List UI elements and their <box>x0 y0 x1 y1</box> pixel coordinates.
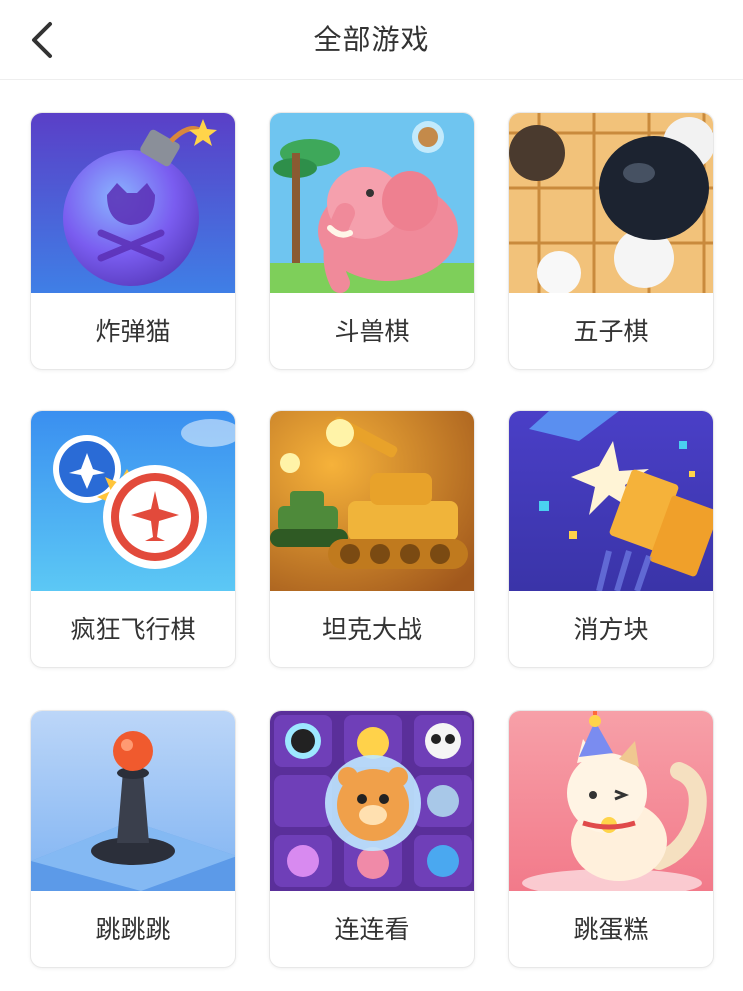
game-thumbnail <box>509 113 713 293</box>
game-title: 炸弹猫 <box>95 317 171 346</box>
animal-faces-icon <box>270 711 474 891</box>
page-title: 全部游戏 <box>313 23 430 56</box>
game-thumbnail <box>31 711 235 891</box>
game-title: 斗兽棋 <box>334 317 410 346</box>
game-card-bomb-cat[interactable]: 炸弹猫 <box>30 112 236 370</box>
game-title: 消方块 <box>573 615 649 644</box>
game-title: 疯狂飞行棋 <box>70 615 196 644</box>
game-thumbnail <box>509 411 713 591</box>
chess-pawn-icon <box>31 711 235 891</box>
game-thumbnail <box>31 411 235 591</box>
go-stones-icon <box>509 113 713 293</box>
elephant-icon <box>270 113 474 293</box>
game-thumbnail <box>31 113 235 293</box>
game-card-flying-chess[interactable]: 疯狂飞行棋 <box>30 410 236 668</box>
airplane-icon <box>31 411 235 591</box>
game-title: 连连看 <box>334 915 410 944</box>
game-title: 坦克大战 <box>321 615 422 644</box>
game-thumbnail <box>270 711 474 891</box>
game-thumbnail <box>270 411 474 591</box>
party-cat-icon <box>509 711 713 891</box>
tank-icon <box>270 411 474 591</box>
game-thumbnail <box>270 113 474 293</box>
navigation-bar: 全部游戏 <box>0 0 743 80</box>
game-card-cake-jump[interactable]: 跳蛋糕 <box>508 710 714 968</box>
bomb-cat-icon <box>31 113 235 293</box>
game-card-link-match[interactable]: 连连看 <box>269 710 475 968</box>
game-title: 五子棋 <box>573 317 649 346</box>
game-card-jump[interactable]: 跳跳跳 <box>30 710 236 968</box>
game-card-block-breaker[interactable]: 消方块 <box>508 410 714 668</box>
game-thumbnail <box>509 711 713 891</box>
game-card-gomoku[interactable]: 五子棋 <box>508 112 714 370</box>
game-title: 跳跳跳 <box>95 915 171 944</box>
game-card-tank-battle[interactable]: 坦克大战 <box>269 410 475 668</box>
game-title: 跳蛋糕 <box>573 915 649 944</box>
game-card-animal-chess[interactable]: 斗兽棋 <box>269 112 475 370</box>
breaking-block-icon <box>509 411 713 591</box>
